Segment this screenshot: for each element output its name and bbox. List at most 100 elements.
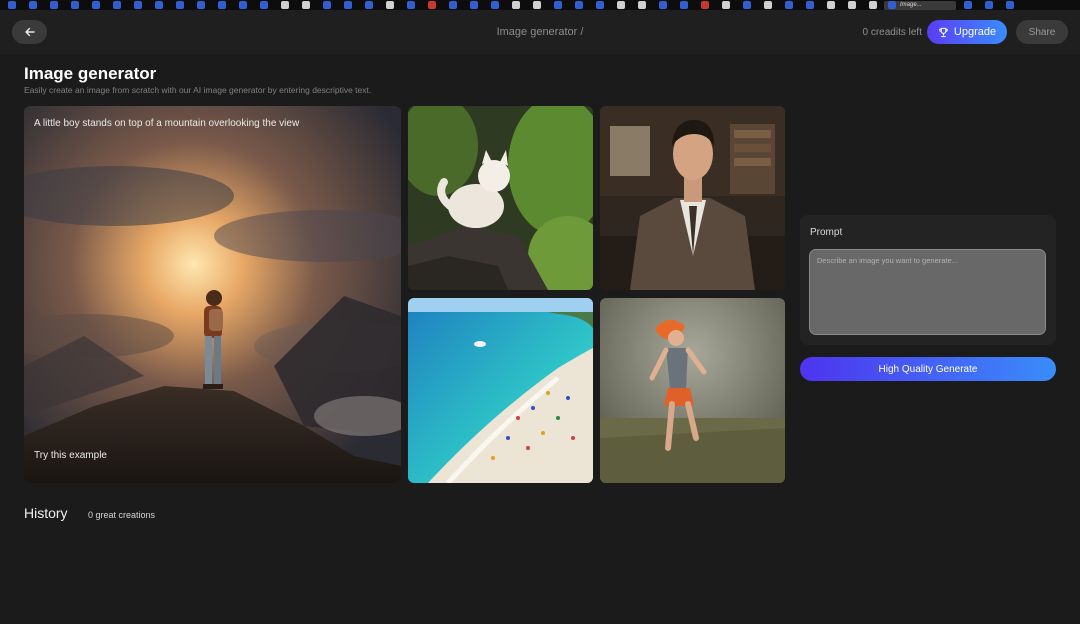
try-example-link[interactable]: Try this example <box>34 450 107 461</box>
tab-favicon-icon <box>963 1 972 9</box>
high-quality-generate-button[interactable]: High Quality Generate <box>800 357 1056 381</box>
browser-tab[interactable] <box>380 1 399 10</box>
browser-tab[interactable] <box>632 1 651 10</box>
tab-favicon-icon <box>49 1 58 9</box>
tab-favicon-icon <box>112 1 121 9</box>
browser-tab[interactable] <box>590 1 609 10</box>
tab-favicon-icon <box>91 1 100 9</box>
tab-favicon-icon <box>553 1 562 9</box>
page-subtitle: Easily create an image from scratch with… <box>24 85 372 95</box>
tab-favicon-icon <box>490 1 499 9</box>
browser-tab[interactable] <box>254 1 273 10</box>
hero-caption: A little boy stands on top of a mountain… <box>34 118 300 129</box>
tab-favicon-icon <box>742 1 751 9</box>
browser-tab[interactable] <box>611 1 630 10</box>
tab-favicon-icon <box>280 1 289 9</box>
tab-favicon-icon <box>847 1 856 9</box>
tab-favicon-icon <box>385 1 394 9</box>
browser-tab[interactable] <box>485 1 504 10</box>
browser-tab[interactable] <box>44 1 63 10</box>
example-image-businessman[interactable] <box>600 106 785 290</box>
browser-tab-active[interactable]: Image... <box>884 0 956 10</box>
upgrade-label: Upgrade <box>953 26 997 38</box>
browser-tab[interactable] <box>464 1 483 10</box>
tab-favicon-icon <box>469 1 478 9</box>
businessman-illustration <box>600 106 785 290</box>
browser-tab[interactable] <box>401 1 420 10</box>
browser-tab[interactable] <box>233 1 252 10</box>
tab-favicon-icon <box>637 1 646 9</box>
browser-tab[interactable] <box>821 1 840 10</box>
prompt-label: Prompt <box>810 227 843 238</box>
tab-favicon-icon <box>721 1 730 9</box>
hero-example-image[interactable]: A little boy stands on top of a mountain… <box>24 106 401 483</box>
browser-tab[interactable] <box>65 1 84 10</box>
tab-favicon-icon <box>763 1 772 9</box>
tab-favicon-icon <box>658 1 667 9</box>
tab-favicon-icon <box>679 1 688 9</box>
browser-tab[interactable] <box>317 1 336 10</box>
browser-tab[interactable] <box>527 1 546 10</box>
browser-tab[interactable] <box>548 1 567 10</box>
active-tab-title: Image... <box>900 2 922 8</box>
browser-tab[interactable] <box>758 1 777 10</box>
browser-tab[interactable] <box>275 1 294 10</box>
credits-counter: 0 creadits left <box>862 27 922 38</box>
browser-tab[interactable] <box>958 1 977 10</box>
browser-tab[interactable] <box>800 1 819 10</box>
browser-tab[interactable] <box>2 1 21 10</box>
example-image-beach[interactable] <box>408 298 593 483</box>
upgrade-button[interactable]: Upgrade <box>927 20 1007 44</box>
trophy-icon <box>939 27 948 37</box>
browser-tab[interactable] <box>506 1 525 10</box>
example-image-cat[interactable] <box>408 106 593 290</box>
tab-favicon-icon <box>217 1 226 9</box>
browser-tab[interactable] <box>86 1 105 10</box>
browser-tab[interactable] <box>212 1 231 10</box>
tab-favicon-icon <box>28 1 37 9</box>
browser-tab[interactable] <box>863 1 882 10</box>
tab-favicon-icon <box>805 1 814 9</box>
tab-favicon-icon <box>154 1 163 9</box>
tab-favicon-icon <box>1005 1 1014 9</box>
browser-tab[interactable] <box>191 1 210 10</box>
browser-tab[interactable] <box>23 1 42 10</box>
browser-tab[interactable] <box>979 1 998 10</box>
share-button[interactable]: Share <box>1016 20 1068 44</box>
browser-tab[interactable] <box>695 1 714 10</box>
browser-tab[interactable] <box>170 1 189 10</box>
prompt-input[interactable] <box>809 249 1046 335</box>
browser-tab[interactable] <box>674 1 693 10</box>
browser-tab[interactable] <box>296 1 315 10</box>
browser-tab[interactable] <box>359 1 378 10</box>
browser-tab[interactable] <box>149 1 168 10</box>
app-header: Image generator / 0 creadits left Upgrad… <box>0 10 1080 54</box>
example-image-runner[interactable] <box>600 298 785 483</box>
browser-tab[interactable] <box>443 1 462 10</box>
tab-favicon-icon <box>322 1 331 9</box>
runner-illustration <box>600 298 785 483</box>
tab-favicon-icon <box>406 1 415 9</box>
browser-tab[interactable] <box>653 1 672 10</box>
browser-tab[interactable] <box>569 1 588 10</box>
cat-illustration <box>408 106 593 290</box>
tab-favicon-icon <box>364 1 373 9</box>
history-count: 0 great creations <box>88 510 156 520</box>
browser-tab[interactable] <box>1000 1 1019 10</box>
browser-tab-strip: Image... <box>0 0 1080 10</box>
browser-tab[interactable] <box>842 1 861 10</box>
tab-favicon-icon <box>70 1 79 9</box>
browser-tab[interactable] <box>737 1 756 10</box>
browser-tab[interactable] <box>107 1 126 10</box>
browser-tab[interactable] <box>779 1 798 10</box>
tab-favicon-icon <box>259 1 268 9</box>
tab-favicon-icon <box>826 1 835 9</box>
tab-favicon-icon <box>448 1 457 9</box>
browser-tab[interactable] <box>128 1 147 10</box>
tab-favicon-icon <box>7 1 16 9</box>
browser-tab[interactable] <box>422 1 441 10</box>
browser-tab[interactable] <box>716 1 735 10</box>
browser-tab[interactable] <box>338 1 357 10</box>
tab-favicon-icon <box>868 1 877 9</box>
tab-favicon-icon <box>984 1 993 9</box>
